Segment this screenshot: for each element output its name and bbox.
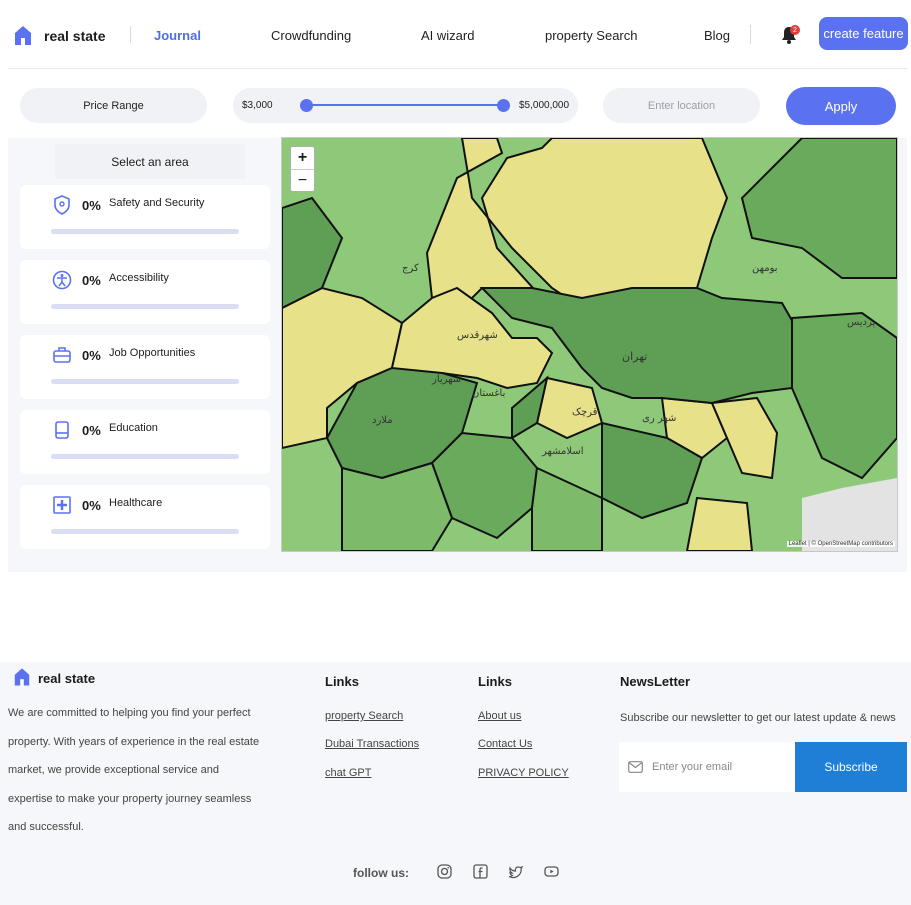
progress-bar [51,304,239,309]
area-label: Education [109,422,158,434]
create-feature-button[interactable]: create feature [819,17,908,50]
notification-badge: 2 [790,25,800,35]
area-label: Job Opportunities [109,347,196,359]
area-label: Safety and Security [109,197,205,209]
progress-bar [51,379,239,384]
map-city-label: کرج [402,263,419,274]
footer-about-text: We are committed to helping you find you… [8,707,260,833]
slider-min-handle[interactable] [300,99,313,112]
area-card-healthcare[interactable]: 0% Healthcare [20,485,270,549]
slider-max-handle[interactable] [497,99,510,112]
area-card-education[interactable]: 0% Education [20,410,270,474]
map-city-label: تهران [622,350,647,363]
facebook-icon[interactable] [473,864,488,879]
slider-track[interactable] [306,104,504,106]
footer-link-about[interactable]: About us [478,710,521,722]
subscribe-button[interactable]: Subscribe [795,742,907,792]
newsletter-title: NewsLetter [620,674,691,689]
apply-button[interactable]: Apply [786,87,896,125]
briefcase-icon [53,347,71,363]
footer-brand[interactable]: real state [38,671,95,686]
map-city-label: قرچک [572,407,598,418]
accessibility-icon [52,270,72,290]
map-city-label: باغستان [472,388,505,399]
progress-bar [51,529,239,534]
book-icon [55,421,69,439]
max-price-value: $5,000,000 [519,100,570,111]
nav-crowdfunding[interactable]: Crowdfunding [271,28,351,43]
email-placeholder: Enter your email [652,761,733,773]
area-percent: 0% [82,423,101,438]
house-logo-icon[interactable] [13,24,33,46]
medical-cross-icon [53,496,71,514]
area-percent: 0% [82,198,101,213]
footer-link-dubai-transactions[interactable]: Dubai Transactions [325,738,419,750]
map-regions[interactable]: تهران شهریار شهر ری کرج باغستان شهرقدس ق… [282,138,897,551]
map-attribution[interactable]: Leaflet | © OpenStreetMap contributors [786,541,895,547]
area-percent: 0% [82,498,101,513]
divider [750,25,751,44]
location-input[interactable]: Enter location [603,88,760,123]
area-card-accessibility[interactable]: 0% Accessibility [20,260,270,324]
footer-link-property-search[interactable]: property Search [325,710,403,722]
youtube-icon[interactable] [544,864,559,879]
map-zoom-control: + − [290,146,315,192]
header-divider [8,68,908,69]
footer-link-contact[interactable]: Contact Us [478,738,532,750]
min-price-value: $3,000 [242,100,273,111]
instagram-icon[interactable] [437,864,452,879]
map-city-label: پردیس [847,317,876,328]
area-percent: 0% [82,273,101,288]
area-card-jobs[interactable]: 0% Job Opportunities [20,335,270,399]
nav-journal[interactable]: Journal [154,28,201,43]
links-title: Links [478,674,512,689]
newsletter-text: Subscribe our newsletter to get our late… [620,712,896,724]
twitter-icon[interactable] [508,864,523,879]
shield-icon [54,195,70,215]
house-logo-icon[interactable] [13,666,31,687]
footer-link-privacy[interactable]: PRIVACY POLICY [478,767,569,779]
zoom-out-button[interactable]: − [291,169,314,192]
area-map[interactable]: تهران شهریار شهر ری کرج باغستان شهرقدس ق… [281,137,898,552]
zoom-in-button[interactable]: + [291,147,314,169]
map-city-label: بومهن [752,263,778,274]
nav-property-search[interactable]: property Search [545,28,638,43]
nav-blog[interactable]: Blog [704,28,730,43]
area-label: Accessibility [109,272,169,284]
footer-link-chat-gpt[interactable]: chat GPT [325,767,371,779]
map-city-label: شهریار [431,374,461,385]
area-label: Healthcare [109,497,163,509]
links-title: Links [325,674,359,689]
follow-label: follow us: [353,866,409,880]
brand-name[interactable]: real state [44,28,105,44]
map-city-label: اسلامشهر [541,446,584,457]
map-city-label: شهر ری [642,413,676,424]
progress-bar [51,229,239,234]
divider [130,26,131,43]
mail-icon [628,761,643,773]
area-percent: 0% [82,348,101,363]
area-card-safety[interactable]: 0% Safety and Security [20,185,270,249]
nav-ai-wizard[interactable]: AI wizard [421,28,474,43]
map-city-label: شهرقدس [457,330,498,341]
price-range-label: Price Range [20,88,207,123]
map-city-label: ملارد [372,415,393,426]
area-panel-title: Select an area [55,144,245,179]
progress-bar [51,454,239,459]
